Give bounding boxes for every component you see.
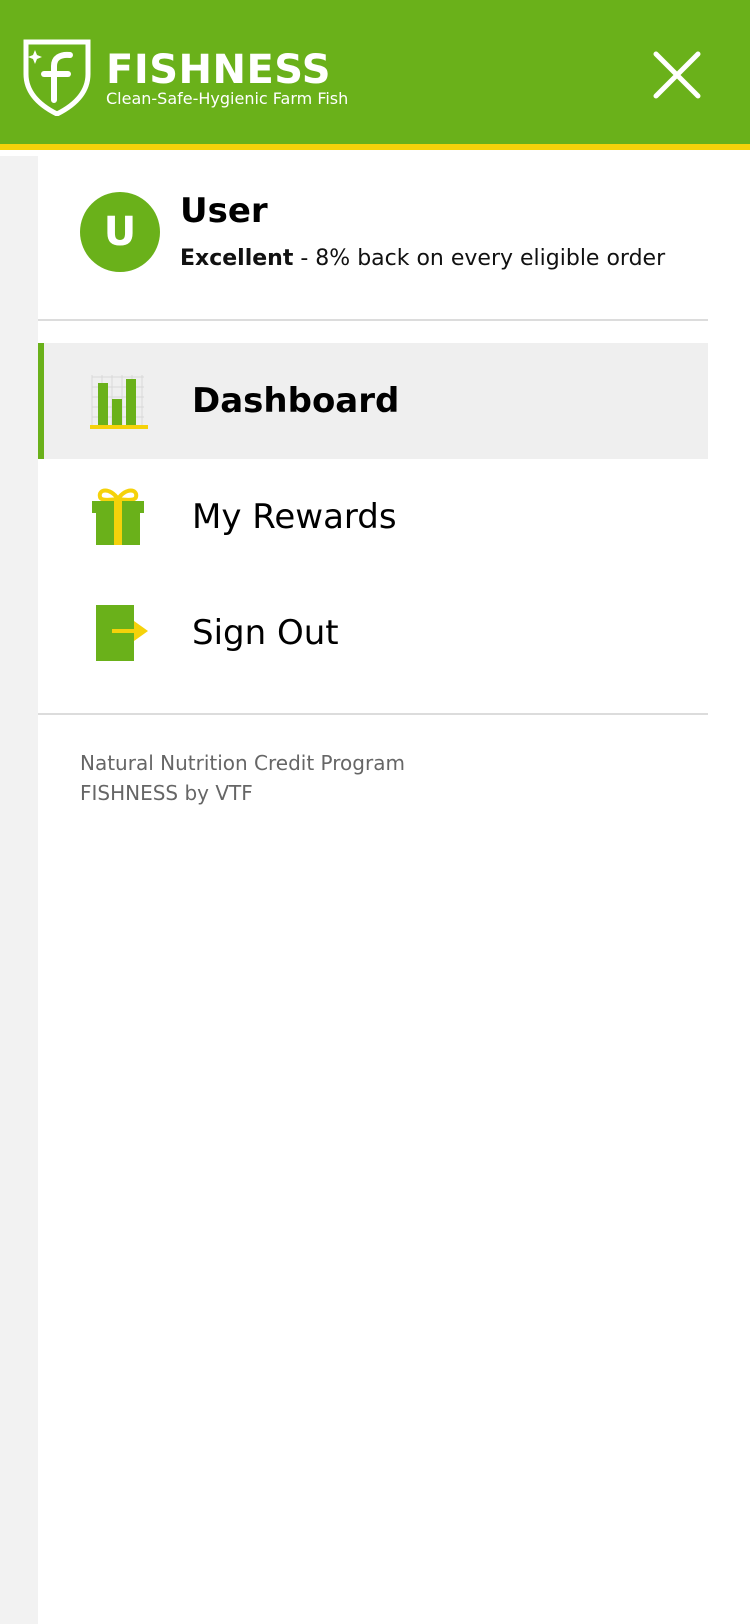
drawer-menu: Dashboard My Rewards Sign Out xyxy=(38,343,708,691)
avatar: U xyxy=(80,192,160,272)
user-name: User xyxy=(180,191,268,231)
sign-out-icon xyxy=(96,605,148,661)
tier-description: - 8% back on every eligible order xyxy=(293,246,666,271)
fishness-logo-icon xyxy=(23,39,91,116)
background-overlay-strip[interactable] xyxy=(0,156,38,1624)
close-icon[interactable] xyxy=(650,48,704,102)
menu-item-label: Dashboard xyxy=(192,381,400,421)
footer-text: Natural Nutrition Credit Program FISHNES… xyxy=(80,748,405,808)
navigation-drawer: U User Excellent - 8% back on every elig… xyxy=(38,156,750,1624)
brand-name: FISHNESS xyxy=(106,47,332,93)
gift-icon xyxy=(92,488,144,545)
divider xyxy=(38,319,708,321)
footer-program-name: Natural Nutrition Credit Program xyxy=(80,751,405,775)
menu-item-my-rewards[interactable]: My Rewards xyxy=(38,459,708,575)
app-header: FISHNESS Clean-Safe-Hygienic Farm Fish xyxy=(0,0,750,150)
tier-label: Excellent xyxy=(180,246,294,271)
bar-chart-icon xyxy=(90,375,148,429)
footer-brand-credit: FISHNESS by VTF xyxy=(80,781,253,805)
brand-tagline: Clean-Safe-Hygienic Farm Fish xyxy=(106,89,349,108)
menu-item-label: Sign Out xyxy=(192,613,339,653)
user-tier-line: Excellent - 8% back on every eligible or… xyxy=(180,246,665,271)
menu-item-sign-out[interactable]: Sign Out xyxy=(38,575,708,691)
menu-item-label: My Rewards xyxy=(192,497,397,537)
divider xyxy=(38,713,708,715)
menu-item-dashboard[interactable]: Dashboard xyxy=(38,343,708,459)
